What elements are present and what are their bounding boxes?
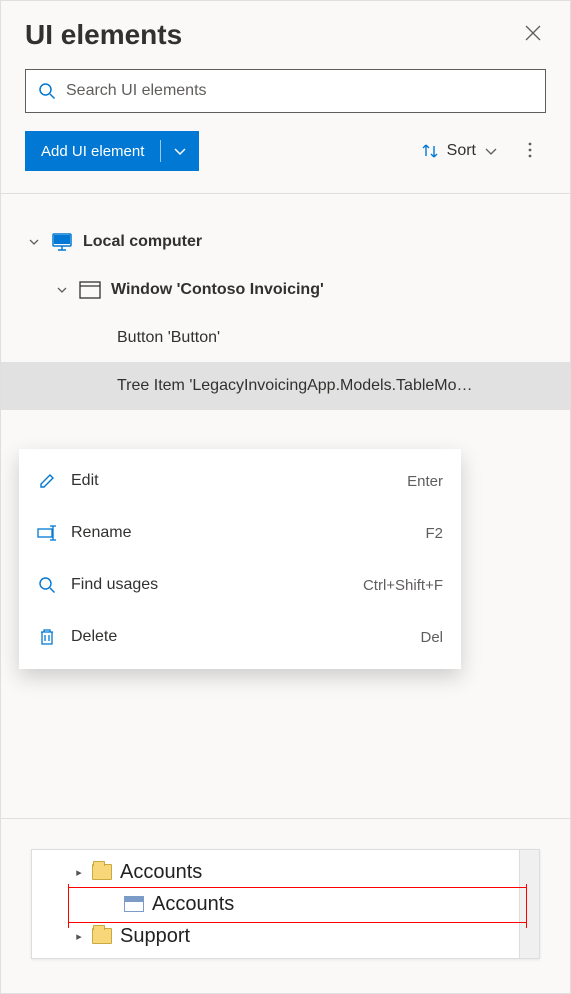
scrollbar[interactable]: [519, 850, 539, 958]
tree-item[interactable]: Tree Item 'LegacyInvoicingApp.Models.Tab…: [1, 362, 570, 410]
close-icon: [524, 24, 542, 42]
context-menu-shortcut: F2: [425, 525, 443, 542]
ui-elements-tree: Local computer Window 'Contoso Invoicing…: [1, 194, 570, 410]
more-options-button[interactable]: [514, 135, 546, 168]
preview-tree-row: Accounts: [32, 888, 539, 920]
preview-label: Accounts: [120, 861, 202, 884]
context-menu-edit[interactable]: Edit Enter: [19, 455, 461, 507]
close-button[interactable]: [520, 20, 546, 51]
context-menu-rename[interactable]: Rename F2: [19, 507, 461, 559]
preview-tree-row: ▸ Support: [32, 920, 539, 952]
context-menu-find-usages[interactable]: Find usages Ctrl+Shift+F: [19, 559, 461, 611]
window-icon: [79, 281, 101, 299]
delete-icon: [39, 628, 55, 646]
preview-pane: ▸ Accounts Accounts ▸ Support: [1, 818, 570, 993]
context-menu-label: Delete: [71, 628, 406, 646]
folder-icon: [92, 864, 112, 880]
edit-icon: [38, 472, 56, 490]
context-menu-delete[interactable]: Delete Del: [19, 611, 461, 663]
tree-item[interactable]: Button 'Button': [1, 314, 570, 362]
sort-button[interactable]: Sort: [413, 136, 506, 166]
computer-icon: [51, 232, 73, 252]
preview-screenshot: ▸ Accounts Accounts ▸ Support: [31, 849, 540, 959]
tree-node-local-computer[interactable]: Local computer: [1, 218, 570, 266]
sort-label: Sort: [447, 142, 476, 160]
context-menu-shortcut: Del: [420, 629, 443, 646]
search-box[interactable]: [25, 69, 546, 113]
search-input[interactable]: [66, 82, 533, 100]
tree-label: Local computer: [83, 233, 202, 251]
context-menu: Edit Enter Rename F2 Find usages Ctrl+Sh…: [19, 449, 461, 669]
add-ui-element-label: Add UI element: [25, 131, 160, 171]
context-menu-shortcut: Enter: [407, 473, 443, 490]
tree-node-window[interactable]: Window 'Contoso Invoicing': [1, 266, 570, 314]
panel-title: UI elements: [25, 19, 182, 51]
chevron-down-icon: [56, 284, 68, 296]
rename-icon: [37, 525, 57, 541]
sort-icon: [421, 142, 439, 160]
preview-label: Accounts: [152, 893, 234, 916]
context-menu-label: Find usages: [71, 576, 349, 594]
context-menu-label: Rename: [71, 524, 411, 542]
chevron-down-icon: [484, 144, 498, 158]
search-icon: [38, 82, 56, 100]
folder-icon: [92, 928, 112, 944]
more-vertical-icon: [522, 141, 538, 159]
add-ui-element-dropdown[interactable]: [161, 131, 199, 171]
expand-icon: ▸: [66, 866, 92, 879]
context-menu-label: Edit: [71, 472, 393, 490]
expand-icon: ▸: [66, 930, 92, 943]
tree-label: Button 'Button': [117, 329, 220, 347]
preview-tree-row: ▸ Accounts: [32, 856, 539, 888]
preview-label: Support: [120, 925, 190, 948]
tree-label: Tree Item 'LegacyInvoicingApp.Models.Tab…: [117, 377, 473, 395]
table-icon: [124, 896, 144, 912]
context-menu-shortcut: Ctrl+Shift+F: [363, 577, 443, 594]
chevron-down-icon: [173, 144, 187, 158]
chevron-down-icon: [28, 236, 40, 248]
tree-label: Window 'Contoso Invoicing': [111, 281, 324, 299]
add-ui-element-button[interactable]: Add UI element: [25, 131, 199, 171]
search-icon: [38, 576, 56, 594]
